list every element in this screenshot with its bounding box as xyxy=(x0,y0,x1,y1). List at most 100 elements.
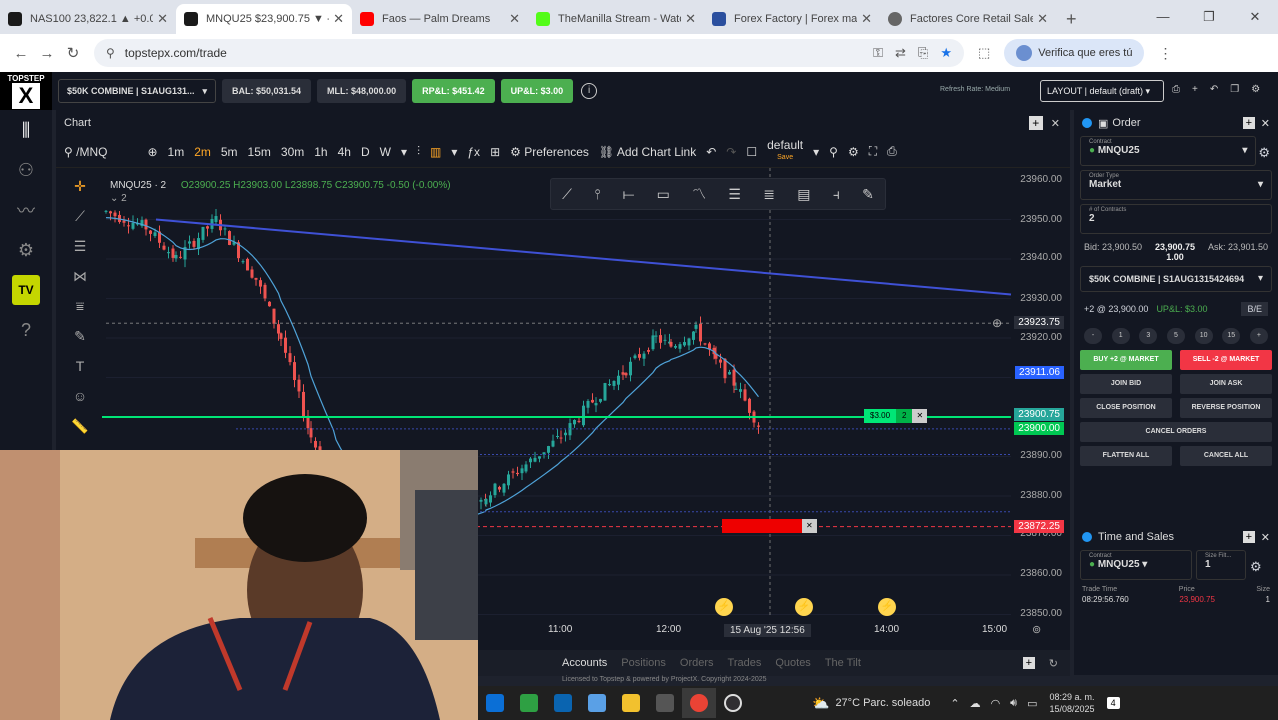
timeframe-2m[interactable]: 2m xyxy=(194,145,211,159)
ruler-icon[interactable]: 📏 xyxy=(68,418,92,448)
contract-select[interactable]: Contract ● MNQU25 ▾ xyxy=(1080,136,1257,166)
tradingview-icon[interactable]: TV xyxy=(0,270,52,310)
obs-icon[interactable] xyxy=(716,688,750,718)
weather-icon[interactable]: ⛅ xyxy=(812,695,829,712)
refresh-icon[interactable]: ↻ xyxy=(1049,657,1058,670)
lightning-icon[interactable]: ⚡ xyxy=(878,598,896,616)
url-input[interactable]: ⚲ topstepx.com/trade ⚿ ⇄ ⎘ ★ xyxy=(94,39,964,67)
order-type-select[interactable]: Order Type Market ▾ xyxy=(1080,170,1272,200)
trendline-icon[interactable]: ⟋ xyxy=(68,208,92,238)
timeframe-30m[interactable]: 30m xyxy=(281,145,304,159)
flatten-all-button[interactable]: FLATTEN ALL xyxy=(1080,446,1172,466)
battery-icon[interactable]: ▭ xyxy=(1027,697,1037,710)
clock[interactable]: 08:29 a. m. 15/08/2025 xyxy=(1050,691,1095,715)
browser-tab[interactable]: NAS100 23,822.1 ▲ +0.07%✕ xyxy=(0,4,176,34)
timeframe-4h[interactable]: 4h xyxy=(338,145,351,159)
trend-icon[interactable]: 〰 xyxy=(0,190,52,230)
timeframe-d[interactable]: D xyxy=(361,145,370,159)
join-bid-button[interactable]: JOIN BID xyxy=(1080,374,1172,394)
tray-chevron-icon[interactable]: ⌃ xyxy=(950,697,959,710)
add-panel-icon[interactable]: + xyxy=(1242,531,1255,543)
add-tab-icon[interactable]: + xyxy=(1022,657,1035,669)
chart-icon[interactable]: ⫼ xyxy=(0,110,52,150)
close-icon[interactable]: ✕ xyxy=(509,11,520,27)
close-icon[interactable]: ✕ xyxy=(333,11,344,27)
close-icon[interactable]: ✕ xyxy=(1037,11,1048,27)
gear-icon[interactable]: ⚙ xyxy=(1258,145,1270,161)
hline-icon[interactable]: ☰ xyxy=(68,238,92,268)
candle-style-icon[interactable]: ▥ xyxy=(430,145,441,159)
select-box-icon[interactable]: ☐ xyxy=(746,145,757,159)
chrome-icon[interactable] xyxy=(682,688,716,718)
text-icon[interactable]: T xyxy=(68,358,92,388)
topstep-logo[interactable]: TOPSTEP X xyxy=(0,72,52,110)
photos-icon[interactable] xyxy=(580,688,614,718)
close-window-icon[interactable]: ✕ xyxy=(1232,0,1278,34)
trend-line[interactable] xyxy=(155,218,1012,296)
close-icon[interactable]: ✕ xyxy=(685,11,696,27)
bar-style-icon[interactable]: ⫶ xyxy=(417,144,420,159)
timeframe-1h[interactable]: 1h xyxy=(314,145,327,159)
undo-icon[interactable]: ↶ xyxy=(706,145,716,159)
position-pnl-tag[interactable]: $3.00 2 ✕ xyxy=(864,409,928,423)
cancel-all-button[interactable]: CANCEL ALL xyxy=(1180,446,1272,466)
close-panel-icon[interactable]: ✕ xyxy=(1261,531,1270,544)
close-position-button[interactable]: CLOSE POSITION xyxy=(1080,398,1172,418)
tab-accounts[interactable]: Accounts xyxy=(562,657,607,669)
help-icon[interactable]: ? xyxy=(0,310,52,350)
account-select[interactable]: $50K COMBINE | S1AUG131... ▾ xyxy=(58,79,216,103)
redo-icon[interactable]: ↷ xyxy=(726,145,736,159)
close-position-icon[interactable]: ✕ xyxy=(912,409,928,423)
template-select[interactable]: default Save xyxy=(767,139,803,163)
settings-icon[interactable]: ⚙ xyxy=(848,145,859,159)
gear-icon[interactable]: ⚙ xyxy=(1250,559,1262,575)
close-panel-icon[interactable]: ✕ xyxy=(1261,117,1270,130)
zoom-search-icon[interactable]: ⚲ xyxy=(829,145,838,159)
axis-settings-icon[interactable]: ⊚ xyxy=(1032,623,1041,636)
layout-grid-icon[interactable]: ⊞ xyxy=(490,145,500,159)
tab-quotes[interactable]: Quotes xyxy=(775,657,810,669)
timeframe-1m[interactable]: 1m xyxy=(168,145,185,159)
new-tab-button[interactable]: + xyxy=(1056,4,1087,34)
pitchfork-icon[interactable]: ⋈ xyxy=(68,268,92,298)
info-icon[interactable]: i xyxy=(581,83,598,99)
browser-tab[interactable]: Forex Factory | Forex mark ✕ xyxy=(704,4,880,34)
chevron-down-icon[interactable]: ▾ xyxy=(401,145,407,159)
browser-tab[interactable]: Factores Core Retail Sales ✕ xyxy=(880,4,1056,34)
qty-plus-button[interactable]: + xyxy=(1249,328,1268,344)
menu-dots-icon[interactable]: ⋮ xyxy=(1158,45,1172,62)
maximize-icon[interactable]: ❐ xyxy=(1186,0,1232,34)
vertical-line-icon[interactable]: ⫞ xyxy=(833,186,840,203)
gear-icon[interactable]: ⚙ xyxy=(0,230,52,270)
symbol-search[interactable]: ⚲ /MNQ xyxy=(64,145,107,159)
crosshair-icon[interactable]: ✛ xyxy=(68,178,92,208)
profile-button[interactable]: Verifica que eres tú xyxy=(1004,39,1145,67)
add-chart-link-button[interactable]: ⛓ Add Chart Link xyxy=(599,145,696,159)
timeframe-w[interactable]: W xyxy=(380,145,391,159)
browser-tab-active[interactable]: MNQU25 $23,900.75 ▼ -0 ✕ xyxy=(176,4,352,34)
cancel-orders-button[interactable]: CANCEL ORDERS xyxy=(1080,422,1272,442)
outlook-icon[interactable] xyxy=(546,688,580,718)
close-icon[interactable]: ✕ xyxy=(157,11,168,27)
channel-tool-icon[interactable]: ≣ xyxy=(763,186,775,203)
screenshot-icon[interactable]: ⎙ xyxy=(1172,84,1180,95)
qty-5-button[interactable]: 5 xyxy=(1166,328,1185,344)
close-icon[interactable]: ✕ xyxy=(861,11,872,27)
reload-icon[interactable]: ↻ xyxy=(60,44,86,62)
contracts-input[interactable]: # of Contracts 2 xyxy=(1080,204,1272,234)
qty-1-button[interactable]: 1 xyxy=(1111,328,1130,344)
close-panel-icon[interactable]: ✕ xyxy=(1051,117,1060,130)
restore-icon[interactable]: ❐ xyxy=(1230,84,1239,95)
bookmark-star-icon[interactable]: ★ xyxy=(940,45,952,61)
notification-badge[interactable]: 4 xyxy=(1106,697,1120,709)
timeframe-5m[interactable]: 5m xyxy=(221,145,238,159)
cancel-stop-icon[interactable]: ✕ xyxy=(802,519,817,533)
emoji-icon[interactable]: ☺ xyxy=(68,388,92,418)
add-panel-icon[interactable]: + xyxy=(1028,116,1043,130)
browser-tab[interactable]: TheManilla Stream - Watch ✕ xyxy=(528,4,704,34)
compare-add-icon[interactable]: ⊕ xyxy=(147,145,157,159)
add-alert-icon[interactable]: ⊕ xyxy=(992,316,1002,330)
forward-icon[interactable]: → xyxy=(34,45,60,62)
tab-positions[interactable]: Positions xyxy=(621,657,666,669)
settings-icon[interactable]: ⚙ xyxy=(1251,84,1260,95)
